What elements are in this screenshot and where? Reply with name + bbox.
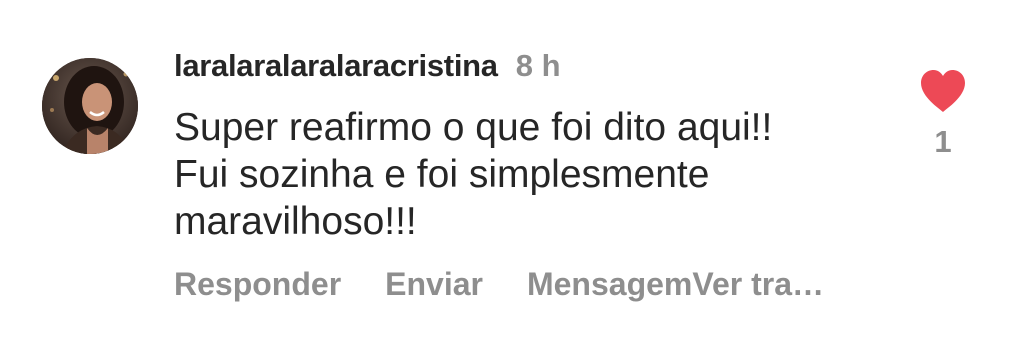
- like-count: 1: [934, 124, 952, 159]
- comment-text-line: maravilhoso!!!: [174, 200, 417, 243]
- send-button[interactable]: Enviar: [385, 266, 483, 303]
- comment-text-line: Fui sozinha e foi simplesmente: [174, 153, 710, 196]
- comment-actions: Responder Enviar MensagemVer tra…: [174, 262, 824, 306]
- comment-header: laralaralaralaracristina 8 h: [174, 44, 561, 88]
- avatar-photo: [42, 58, 138, 154]
- message-translate-button[interactable]: MensagemVer tra…: [527, 266, 824, 303]
- like-button[interactable]: [918, 68, 968, 114]
- avatar[interactable]: [42, 58, 138, 154]
- timestamp: 8 h: [515, 48, 561, 83]
- heart-icon: [921, 70, 965, 112]
- comment-text-line: Super reafirmo o que foi dito aqui!!: [174, 106, 773, 149]
- comment: laralaralaralaracristina 8 h Super reafi…: [0, 0, 1024, 350]
- username[interactable]: laralaralaralaracristina: [174, 48, 498, 84]
- comment-text: Super reafirmo o que foi dito aqui!! Fui…: [174, 104, 874, 245]
- reply-button[interactable]: Responder: [174, 266, 341, 303]
